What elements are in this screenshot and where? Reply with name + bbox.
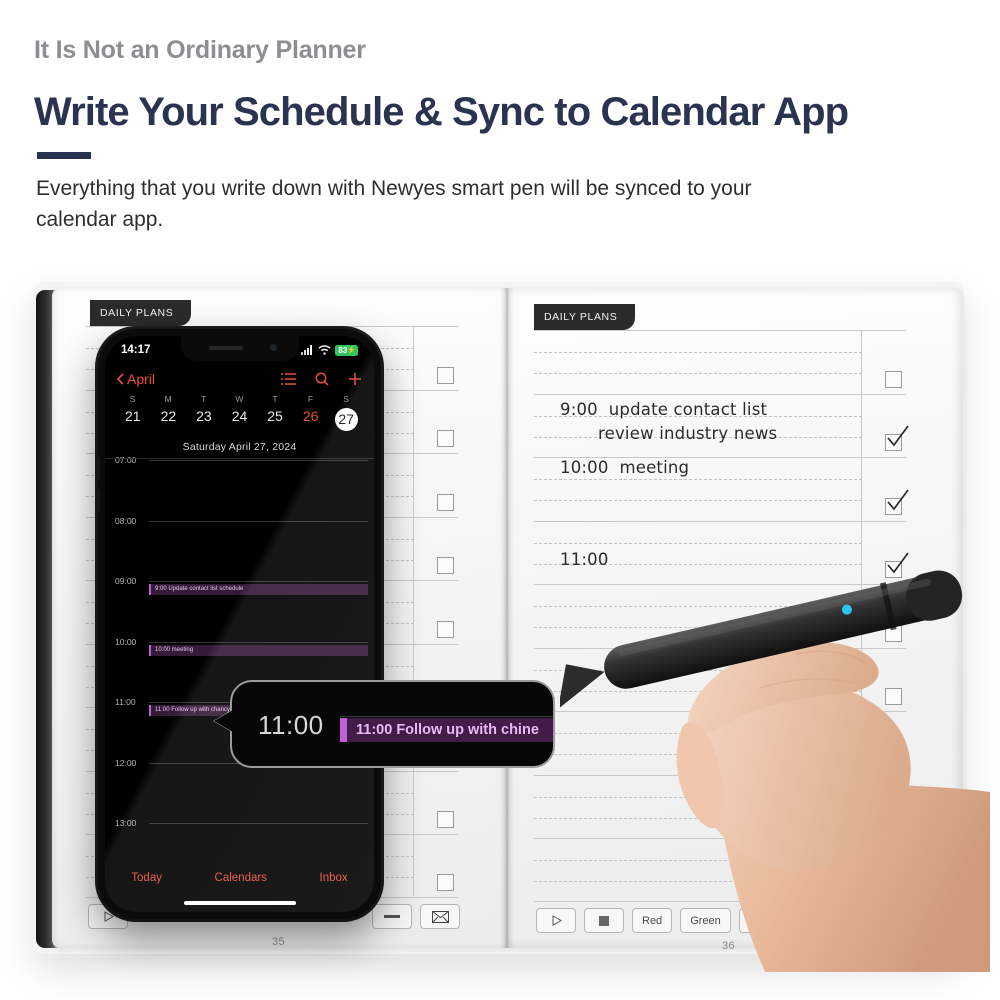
status-time: 14:17 [121, 344, 151, 356]
phone-screen: 14:17 83 ⚡ April S M T W T F S 21 22 23 … [105, 336, 374, 912]
phone-nav-row: April [105, 366, 374, 392]
hero-subcopy: Everything that you write down with Newy… [36, 177, 752, 232]
hour-label: 09:00 [115, 576, 137, 586]
phone-notch [180, 336, 299, 361]
minus-icon[interactable] [372, 904, 412, 929]
dow-label: S [129, 394, 136, 404]
hand-with-pen [557, 492, 990, 977]
magnifier-callout: 11:00 11:00 Follow up with chine [230, 680, 555, 768]
date-cell[interactable]: 26 [293, 408, 329, 431]
plus-icon[interactable] [348, 372, 362, 386]
daily-plans-tab-left: DAILY PLANS [90, 300, 192, 326]
tab-today[interactable]: Today [131, 872, 162, 884]
dow-label: T [201, 394, 207, 404]
checkbox[interactable] [437, 811, 454, 828]
date-cell-selected[interactable]: 27 [334, 408, 358, 431]
hour-label: 07:00 [115, 455, 137, 465]
hour-label: 13:00 [115, 818, 137, 828]
hour-row: 09:00 9:00 Update contact list schedule [105, 576, 374, 642]
callout-time: 11:00 [258, 710, 324, 740]
handwriting-line-3: 10:00 meeting [560, 458, 690, 477]
checkbox[interactable] [437, 493, 454, 511]
tab-calendars[interactable]: Calendars [215, 872, 267, 884]
front-camera [269, 344, 277, 351]
hour-row: 08:00 [105, 516, 374, 582]
dow-label: S [343, 394, 350, 404]
date-cell[interactable]: 22 [151, 408, 187, 431]
chevron-left-icon [117, 373, 124, 385]
search-icon[interactable] [315, 372, 329, 386]
hour-label: 08:00 [115, 515, 137, 526]
agenda-grid[interactable]: 07:00 08:00 09:00 9:00 Update contact li… [105, 455, 374, 864]
handwriting-line-1: 9:00 update contact list [560, 400, 768, 419]
checkbox[interactable] [885, 370, 902, 388]
checkbox[interactable] [437, 430, 454, 447]
checkbox[interactable] [437, 873, 454, 891]
volume-up-button[interactable] [98, 457, 100, 481]
planner-row [534, 330, 906, 394]
hour-row: 07:00 [105, 455, 374, 521]
envelope-icon[interactable] [420, 904, 460, 929]
date-cell[interactable]: 21 [115, 408, 151, 431]
dow-label: W [235, 394, 244, 404]
battery-indicator: 83 ⚡ [335, 344, 358, 356]
hour-row: 12:00 [105, 758, 374, 824]
list-icon[interactable] [281, 373, 296, 385]
callout-hour-line [340, 716, 553, 717]
home-indicator[interactable] [183, 901, 296, 905]
hero-eyebrow: It Is Not an Ordinary Planner [34, 36, 366, 64]
dow-label: M [164, 394, 173, 404]
daily-plans-tab-right: DAILY PLANS [534, 304, 636, 330]
hour-label: 12:00 [115, 757, 137, 768]
day-of-week-row: S M T W T F S [115, 394, 364, 404]
selected-date-label: Saturday April 27, 2024 [182, 441, 297, 453]
calendar-event[interactable]: 10:00 meeting [149, 644, 368, 656]
back-to-month-button[interactable]: April [117, 371, 155, 387]
date-cell[interactable]: 24 [222, 408, 258, 431]
earpiece-speaker [208, 346, 243, 350]
dow-label: F [307, 394, 314, 404]
date-cell[interactable]: 25 [257, 408, 293, 431]
hour-label: 10:00 [115, 636, 137, 647]
checkbox[interactable] [437, 366, 454, 384]
week-strip: S M T W T F S 21 22 23 24 25 26 27 [105, 394, 374, 431]
smartphone: 14:17 83 ⚡ April S M T W T F S 21 22 23 … [98, 329, 381, 919]
volume-down-button[interactable] [98, 489, 100, 513]
dow-label: T [272, 394, 278, 404]
calendar-event[interactable]: 9:00 Update contact list schedule [149, 584, 368, 595]
week-dates-row: 21 22 23 24 25 26 27 [115, 408, 364, 431]
accent-divider [37, 152, 91, 159]
page-number-left: 35 [272, 936, 286, 948]
tab-inbox[interactable]: Inbox [320, 872, 348, 884]
hour-label: 11:00 [115, 697, 136, 707]
checkbox[interactable] [437, 557, 454, 574]
checkbox[interactable] [437, 620, 454, 638]
hero-section: It Is Not an Ordinary Planner Write Your… [0, 0, 1000, 280]
handwriting-line-2: review industry news [598, 424, 778, 443]
header-divider [105, 458, 374, 459]
notebook-scene: DAILY PLANS 35 DAILY PLANS 9:00 update c… [0, 262, 1000, 1000]
phone-tab-bar: Today Calendars Inbox [105, 864, 374, 892]
callout-pointer [214, 710, 233, 732]
notebook-spine [500, 288, 514, 948]
checkbox-checked[interactable] [885, 425, 909, 451]
signal-icon [301, 345, 313, 355]
date-cell[interactable]: 23 [186, 408, 222, 431]
page-title: Write Your Schedule & Sync to Calendar A… [34, 90, 849, 134]
callout-event: 11:00 Follow up with chine [340, 718, 553, 742]
wifi-icon [318, 345, 331, 355]
